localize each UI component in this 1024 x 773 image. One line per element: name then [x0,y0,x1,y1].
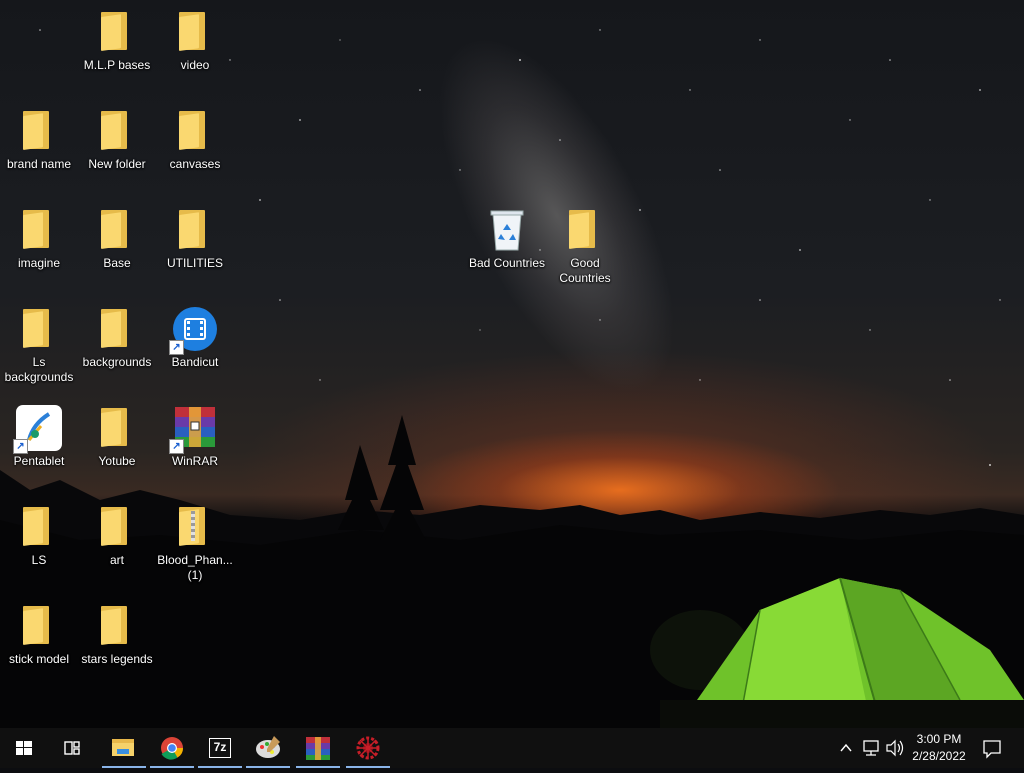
desktop-icon-canvases[interactable]: canvases [156,107,234,172]
clock-time: 3:00 PM [916,732,962,746]
desktop-icon-bandicut[interactable]: ↗ Bandicut [156,305,234,370]
desktop-icon-stick-model[interactable]: stick model [0,602,78,667]
icon-label: video [180,58,210,72]
folder-icon [23,606,49,645]
clock[interactable]: 3:00 PM 2/28/2022 [900,731,978,765]
paint-palette-icon [256,736,280,758]
desktop-icon-stars-legends[interactable]: stars legends [78,602,156,667]
folder-icon [179,12,205,52]
show-hidden-icons-button[interactable] [836,728,856,768]
folder-icon [23,210,49,249]
task-view-button[interactable] [48,728,96,768]
icon-label: imagine [17,256,61,270]
folder-icon [101,408,127,447]
taskbar-7zip[interactable]: 7z [196,728,244,768]
folder-icon [101,12,127,52]
icon-label: Bandicut [171,355,219,369]
desktop-icon-yotube[interactable]: Yotube [78,404,156,469]
taskbar-winrar[interactable] [294,728,342,768]
icon-label: Bad Countries [468,256,546,270]
folder-icon [101,309,127,348]
desktop-icon-bad-countries[interactable]: Bad Countries [468,206,546,271]
icon-label: M.L.P bases [83,58,151,72]
folder-icon [569,210,595,249]
icon-label: art [109,553,124,567]
shortcut-arrow-icon: ↗ [13,439,28,454]
folder-icon [179,210,205,249]
shortcut-arrow-icon: ↗ [169,439,184,454]
icon-label: Base [103,256,131,270]
recycle-bin-icon [490,210,524,251]
desktop-icon-art[interactable]: art [78,503,156,568]
icon-label: LS [31,553,47,567]
desktop-icon-blood-phan[interactable]: Blood_Phan... (1) [156,503,234,583]
start-button[interactable] [0,728,48,768]
icon-label: Yotube [98,454,136,468]
icon-label: stars legends [81,652,153,666]
clock-date: 2/28/2022 [912,749,966,763]
icon-label: Ls backgrounds [4,355,74,384]
icon-label: New folder [88,157,146,171]
desktop-icon-mlp-bases[interactable]: M.L.P bases [78,8,156,73]
chrome-icon [161,737,183,760]
icon-label: canvases [169,157,221,171]
desktop-icon-pentablet[interactable]: ↗ Pentablet [0,404,78,469]
zipped-folder-icon [179,507,205,546]
folder-icon [23,111,49,150]
icon-label: Blood_Phan... (1) [157,553,233,582]
folder-icon [101,210,127,249]
folder-icon [179,111,205,150]
shortcut-arrow-icon: ↗ [169,340,184,355]
chevron-up-icon [840,743,852,752]
desktop-icon-ls-backgrounds[interactable]: Ls backgrounds [0,305,78,385]
network-button[interactable] [860,728,882,768]
taskbar-file-explorer[interactable] [100,728,148,768]
desktop-icon-backgrounds[interactable]: backgrounds [78,305,156,370]
desktop-icon-ls[interactable]: LS [0,503,78,568]
network-icon [863,740,879,756]
task-view-icon [64,741,80,755]
icon-label: UTILITIES [166,256,223,270]
icon-label: Pentablet [13,454,65,468]
desktop-icon-imagine[interactable]: imagine [0,206,78,271]
taskbar-chrome[interactable] [148,728,196,768]
7zip-label: 7z [213,740,227,754]
desktop-icon-good-countries[interactable]: Good Countries [546,206,624,286]
windows-start-icon [16,741,32,755]
folder-icon [101,606,127,645]
taskbar-paint[interactable] [244,728,292,768]
desktop-icon-base[interactable]: Base [78,206,156,271]
file-explorer-icon [112,739,134,756]
desktop-icon-winrar[interactable]: ↗ WinRAR [156,404,234,469]
red-gear-icon [356,736,380,760]
desktop-icon-utilities[interactable]: UTILITIES [156,206,234,271]
action-center-icon [983,740,1001,759]
icon-label: Good Countries [559,256,611,285]
action-center-button[interactable] [978,728,1006,768]
desktop-icon-brand-name[interactable]: brand name [0,107,78,172]
desktop-icon-new-folder[interactable]: New folder [78,107,156,172]
taskbar: 7z 3:00 PM 2/28/2022 [0,728,1024,768]
icon-label: WinRAR [171,454,218,468]
folder-icon [23,309,49,348]
folder-icon [101,507,127,546]
taskbar-red-app[interactable] [344,728,392,768]
winrar-icon [306,737,330,760]
folder-icon [23,507,49,546]
icon-label: stick model [8,652,70,666]
icon-label: brand name [6,157,72,171]
icon-label: backgrounds [82,355,152,369]
desktop-icon-video[interactable]: video [156,8,234,73]
folder-icon [101,111,127,150]
